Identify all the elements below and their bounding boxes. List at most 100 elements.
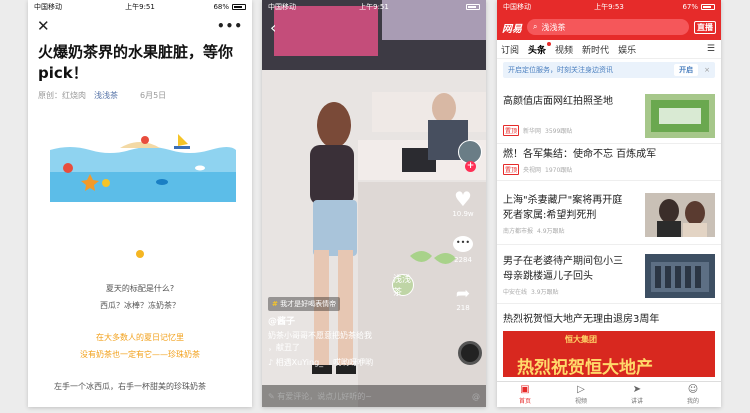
news-source: 新华网: [523, 128, 542, 135]
article-navbar: ✕ •••: [28, 14, 252, 38]
news-title: 热烈祝贺恒大地产无理由退房3周年: [503, 314, 660, 325]
comment-button[interactable]: ••• 2284: [448, 236, 478, 264]
carrier-label: 中国移动: [268, 3, 296, 11]
location-tip-text: 开启定位服务，时刻关注身边资讯: [508, 66, 613, 74]
like-count: 10.9w: [452, 210, 474, 218]
nav-label: 我的: [686, 398, 699, 405]
comment-bar[interactable]: ✎ 有爱评论，说点儿好听的~ @: [262, 385, 486, 407]
body-highlight-2: 没有奶茶也一定有它——珍珠奶茶: [80, 350, 200, 359]
news-item[interactable]: 男子在老婆待产期间包小三 母亲跳楼逼儿子回头 中安在线 3.9万跟贴: [497, 254, 721, 304]
nav-talk[interactable]: ➤ 讲讲: [617, 384, 657, 405]
nav-label: 首页: [518, 398, 531, 405]
like-button[interactable]: ♥ 10.9w: [448, 188, 478, 218]
comment-icon: •••: [453, 236, 473, 252]
body-highlight-1: 在大多数人的夏日记忆里: [96, 333, 184, 342]
news-comment-count: 1970跟贴: [545, 167, 573, 174]
channel-tabs: 订阅 头条 视频 新时代 娱乐 ☰: [497, 40, 721, 59]
body-question-2: 西瓜？冰棒？冻奶茶？: [100, 301, 180, 310]
play-icon: ▷: [577, 384, 585, 395]
article-phone: 中国移动 上午9:51 68% ✕ ••• 火爆奶茶界的水果脏脏，等你 pick…: [28, 0, 252, 407]
ad-banner: 恒大集团 热烈祝贺恒大地产: [503, 331, 715, 377]
more-icon[interactable]: •••: [217, 19, 243, 33]
carrier-label: 中国移动: [34, 3, 62, 11]
origin-label: 原创：: [38, 91, 62, 100]
close-icon[interactable]: ✕: [37, 18, 50, 34]
location-tip-bar: 开启定位服务，时刻关注身边资讯 开启 ×: [503, 62, 715, 78]
follow-plus-icon[interactable]: +: [465, 161, 476, 172]
video-phone: 中国移动 上午9:51 ‹ + ♥ 10.9w ••• 2284 ➦ 218 浅…: [262, 0, 486, 407]
sun-dot-decoration: [136, 250, 144, 258]
video-description-1: 奶茶小哥哥不愿意把奶茶给我: [268, 331, 372, 340]
author-name: 红烧肉: [62, 91, 86, 100]
news-source: 中安在线: [503, 289, 528, 296]
at-icon[interactable]: @: [472, 392, 480, 401]
article-title-line1: 火爆奶茶界的水果脏脏，等你: [38, 43, 234, 61]
tab-headline[interactable]: 头条: [528, 41, 552, 56]
news-source: 南方都市报: [503, 228, 534, 235]
comment-placeholder: 有爱评论，说点儿好听的~: [277, 391, 372, 401]
back-icon[interactable]: ‹: [270, 18, 276, 37]
tab-new-era[interactable]: 新时代: [582, 43, 609, 56]
beach-illustration: [50, 128, 236, 202]
music-title: 哎哟呀咿哟: [333, 358, 374, 367]
article-meta: 原创：红烧肉 浅浅茶 6月5日: [28, 84, 252, 101]
live-button[interactable]: 直播: [694, 20, 716, 34]
hashtag-icon: #: [272, 300, 278, 308]
share-button[interactable]: ➦ 218: [448, 284, 478, 312]
news-source: 央视网: [523, 167, 542, 174]
publish-date: 6月5日: [140, 91, 167, 100]
challenge-tag-text: 我才是好喝表情帝: [280, 300, 337, 308]
news-thumbnail: [645, 254, 715, 298]
tab-entertainment[interactable]: 娱乐: [618, 43, 636, 56]
news-item[interactable]: 燃！各军集结：使命不忘 百炼成军 置顶 央视网 1970跟贴: [497, 147, 721, 181]
comment-count: 2284: [454, 256, 472, 264]
news-item[interactable]: 高颜值店面网红拍照圣地 置顶 新华网 3599跟贴: [497, 94, 721, 144]
article-title: 火爆奶茶界的水果脏脏，等你 pick！: [28, 38, 252, 84]
news-item-ad[interactable]: 热烈祝贺恒大地产无理由退房3周年 恒大集团 热烈祝贺恒大地产: [497, 312, 721, 382]
ad-headline: 热烈祝贺恒大地产: [517, 358, 653, 377]
news-comment-count: 4.9万跟贴: [537, 228, 565, 235]
close-tip-icon[interactable]: ×: [704, 66, 710, 74]
search-row: 网易 ⌕ 浅浅茶 直播: [497, 14, 721, 40]
search-icon: ⌕: [533, 22, 538, 31]
comment-input[interactable]: ✎ 有爱评论，说点儿好听的~: [268, 391, 372, 402]
share-icon: ➦: [455, 284, 471, 304]
body-paragraph: 左手一个冰西瓜，右手一杯甜美的珍珠奶茶: [54, 382, 206, 391]
music-credit[interactable]: ♪ 相遇XuYing_ 哎哟呀咿哟: [268, 357, 373, 368]
pinned-badge: 置顶: [503, 125, 520, 136]
heart-icon: ♥: [454, 187, 472, 211]
send-icon: ➤: [632, 384, 642, 395]
video-description-2: ，献丑了: [268, 343, 300, 352]
news-header: 中国移动 上午9:53 67% 网易 ⌕ 浅浅茶 直播: [497, 0, 721, 40]
pinned-badge: 置顶: [503, 164, 520, 175]
battery-icon: [466, 4, 480, 10]
battery-percent: 67%: [682, 3, 698, 11]
share-count: 218: [456, 304, 470, 312]
nav-video[interactable]: ▷ 视频: [561, 384, 601, 405]
search-input[interactable]: ⌕ 浅浅茶: [527, 19, 689, 35]
nav-me[interactable]: ☺ 我的: [673, 384, 713, 405]
nav-home[interactable]: ▣ 首页: [505, 384, 545, 405]
music-artist: ♪ 相遇XuYing_: [268, 358, 324, 367]
status-bar: 中国移动 上午9:51 68%: [28, 0, 252, 14]
user-icon: ☺: [687, 384, 699, 395]
news-comment-count: 3599跟贴: [545, 128, 573, 135]
news-title: 燃！各军集结：使命不忘 百炼成军: [503, 149, 657, 160]
challenge-tag[interactable]: # 我才是好喝表情帝: [268, 297, 341, 311]
enable-location-button[interactable]: 开启: [674, 64, 699, 76]
menu-icon[interactable]: ☰: [707, 44, 715, 54]
carrier-label: 中国移动: [503, 3, 531, 11]
account-link[interactable]: 浅浅茶: [94, 90, 118, 101]
edit-icon: ✎: [268, 391, 278, 401]
status-bar: 中国移动 上午9:51: [262, 0, 486, 14]
news-item[interactable]: 上海"杀妻藏尸"案将再开庭 死者家属:希望判死刑 南方都市报 4.9万跟贴: [497, 193, 721, 245]
news-thumbnail: [645, 193, 715, 237]
tab-video[interactable]: 视频: [555, 43, 573, 56]
bottom-nav: ▣ 首页 ▷ 视频 ➤ 讲讲 ☺ 我的: [497, 381, 721, 407]
music-disc-icon[interactable]: [458, 341, 482, 365]
tab-subscribe[interactable]: 订阅: [501, 43, 519, 56]
battery-icon: [701, 4, 715, 10]
creator-username[interactable]: @酱子: [268, 314, 295, 327]
status-bar: 中国移动 上午9:53 67%: [497, 0, 721, 14]
app-logo: 网易: [502, 23, 522, 35]
